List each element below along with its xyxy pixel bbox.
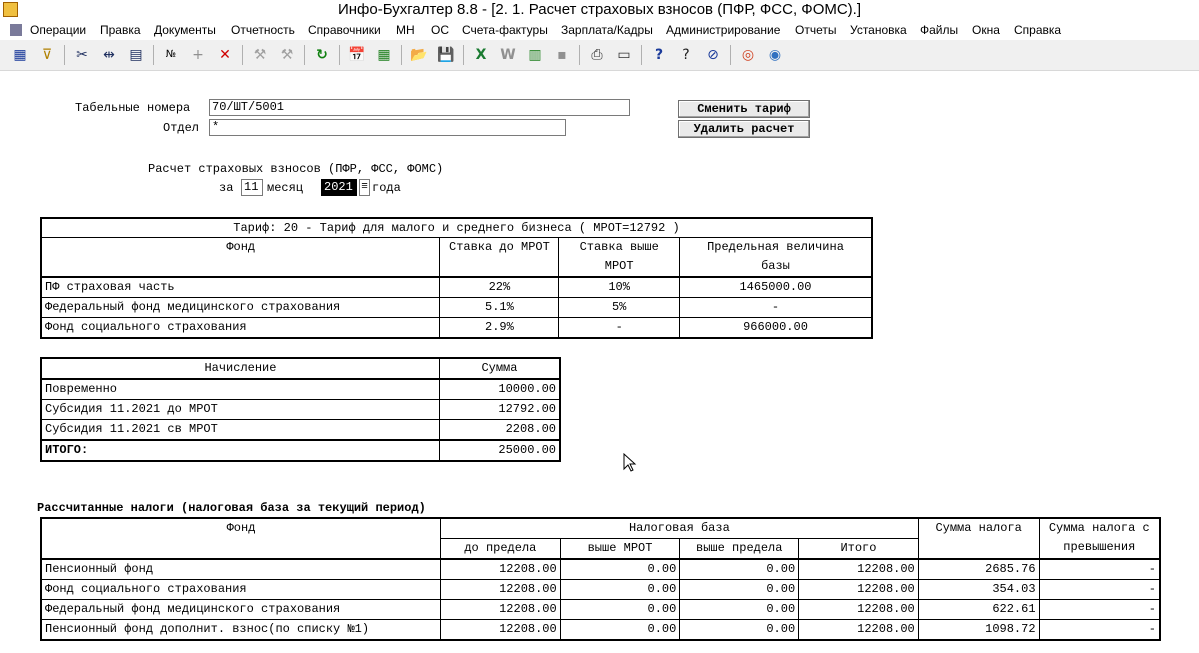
year-label: года [372, 181, 401, 195]
tariff-title: Тариф: 20 - Тариф для малого и среднего … [40, 217, 873, 238]
filter-icon[interactable]: ⊽ [37, 45, 57, 65]
table-row[interactable]: Федеральный фонд медицинского страховани… [40, 297, 873, 318]
accrual-header-name: Начисление [40, 357, 440, 380]
table-row[interactable]: Пенсионный фонд 12208.00 0.00 0.00 12208… [40, 558, 1161, 580]
menu-reporting[interactable]: Отчетность [231, 23, 295, 37]
za-label: за [219, 181, 234, 195]
menu-edit[interactable]: Правка [100, 23, 141, 37]
print-icon[interactable]: ⎙ [587, 45, 607, 65]
tariff-header-rate-above: Ставка выше МРОТ [558, 237, 680, 278]
menu-documents[interactable]: Документы [154, 23, 216, 37]
menu-bar: Операции Правка Документы Отчетность Спр… [0, 20, 1199, 40]
content-area: Табельные номера 70/ШТ/5001 Отдел * Смен… [0, 71, 1199, 653]
tabel-label: Табельные номера [75, 101, 191, 115]
title-bar: Инфо-Бухгалтер 8.8 - [2. 1. Расчет страх… [0, 0, 1199, 20]
mouse-cursor-icon [623, 453, 637, 472]
taxes-header-below: до предела [440, 538, 561, 560]
help-icon[interactable]: ? [649, 45, 669, 65]
month-input[interactable]: 11 [241, 179, 263, 196]
delete-calc-button[interactable]: Удалить расчет [678, 120, 810, 138]
taxes-header-base: Налоговая база [440, 517, 919, 539]
tariff-header-limit: Предельная величина базы [678, 237, 873, 278]
menu-windows[interactable]: Окна [972, 23, 1000, 37]
menu-reports[interactable]: Отчеты [795, 23, 836, 37]
table-row[interactable]: Субсидия 11.2021 св МРОТ 2208.00 [40, 419, 561, 441]
preview-icon[interactable]: ▭ [614, 45, 634, 65]
cut-icon[interactable]: ✂ [72, 45, 92, 65]
menu-salary[interactable]: Зарплата/Кадры [561, 23, 653, 37]
table-row[interactable]: Фонд социального страхования 12208.00 0.… [40, 579, 1161, 600]
table-row[interactable]: Пенсионный фонд дополнит. взнос(по списк… [40, 619, 1161, 641]
word-icon[interactable]: W [498, 45, 518, 65]
calculator-icon[interactable]: ▦ [374, 45, 394, 65]
taxes-header-sum: Сумма налога [917, 517, 1040, 560]
tariff-table: Тариф: 20 - Тариф для малого и среднего … [40, 217, 873, 339]
menu-admin[interactable]: Администрирование [666, 23, 780, 37]
taxes-header-above-mrot: выше МРОТ [559, 538, 681, 560]
calendar-icon[interactable]: 📅 [347, 45, 367, 65]
compass-icon[interactable]: ⊘ [703, 45, 723, 65]
menu-operations[interactable]: Операции [30, 23, 86, 37]
delete-icon[interactable]: ✕ [215, 45, 235, 65]
accrual-table: Начисление Сумма Повременно 10000.00 Суб… [40, 357, 561, 462]
change-tariff-button[interactable]: Сменить тариф [678, 100, 810, 118]
number-icon[interactable]: № [161, 45, 181, 65]
lifebuoy-icon[interactable]: ◎ [738, 45, 758, 65]
menu-invoices[interactable]: Счета-фактуры [462, 23, 548, 37]
toolbar: ▦ ⊽ ✂ ⇹ ▤ № + ✕ ⚒ ⚒ ↻ 📅 ▦ 📂 💾 X W ▥ ▪ ⎙ … [0, 40, 1199, 71]
taxes-table: Фонд Налоговая база Сумма налога Сумма н… [40, 517, 1161, 641]
menu-files[interactable]: Файлы [920, 23, 958, 37]
document-menu-icon[interactable] [10, 24, 22, 36]
taxes-header-fond: Фонд [40, 517, 441, 560]
taxes-header-above-limit: выше предела [679, 538, 800, 560]
paste-icon[interactable]: ⇹ [99, 45, 119, 65]
taxes-header-excess: Сумма налога с превышения [1038, 517, 1161, 560]
tabel-input[interactable]: 70/ШТ/5001 [209, 99, 630, 116]
excel-icon[interactable]: X [471, 45, 491, 65]
table-row[interactable]: ПФ страховая часть 22% 10% 1465000.00 [40, 276, 873, 298]
table-row[interactable]: Повременно 10000.00 [40, 378, 561, 400]
refresh-icon[interactable]: ↻ [312, 45, 332, 65]
year-spinner[interactable]: ≡ [359, 179, 370, 196]
table-row[interactable]: Фонд социального страхования 2.9% - 9660… [40, 317, 873, 339]
total-row[interactable]: ИТОГО: 25000.00 [40, 439, 561, 462]
tariff-header-fond: Фонд [40, 237, 441, 278]
otdel-input[interactable]: * [209, 119, 566, 136]
export-icon[interactable]: ▥ [525, 45, 545, 65]
menu-os[interactable]: ОС [431, 23, 449, 37]
gray-icon[interactable]: ▪ [552, 45, 572, 65]
taxes-caption: Рассчитанные налоги (налоговая база за т… [37, 501, 426, 515]
tariff-header-rate-below: Ставка до МРОТ [439, 237, 560, 278]
context-help-icon[interactable]: ? [676, 45, 696, 65]
web-icon[interactable]: ◉ [765, 45, 785, 65]
table-row[interactable]: Федеральный фонд медицинского страховани… [40, 599, 1161, 620]
menu-settings[interactable]: Установка [850, 23, 907, 37]
year-input[interactable]: 2021 [321, 179, 357, 196]
tool2-icon[interactable]: ⚒ [277, 45, 297, 65]
table-row[interactable]: Субсидия 11.2021 до МРОТ 12792.00 [40, 399, 561, 420]
accrual-header-sum: Сумма [438, 357, 561, 380]
menu-references[interactable]: Справочники [308, 23, 381, 37]
month-label: месяц [267, 181, 304, 195]
open-folder-icon[interactable]: 📂 [409, 45, 429, 65]
taxes-header-total: Итого [798, 538, 919, 560]
menu-help[interactable]: Справка [1014, 23, 1061, 37]
tool-icon[interactable]: ⚒ [250, 45, 270, 65]
save-icon[interactable]: 💾 [436, 45, 456, 65]
plus-icon[interactable]: + [188, 45, 208, 65]
window-title: Инфо-Бухгалтер 8.8 - [2. 1. Расчет страх… [337, 1, 862, 18]
copy-icon[interactable]: ▤ [126, 45, 146, 65]
otdel-label: Отдел [163, 121, 200, 135]
menu-mn[interactable]: МН [396, 23, 415, 37]
table-icon[interactable]: ▦ [10, 45, 30, 65]
calc-title: Расчет страховых взносов (ПФР, ФСС, ФОМС… [148, 162, 444, 176]
